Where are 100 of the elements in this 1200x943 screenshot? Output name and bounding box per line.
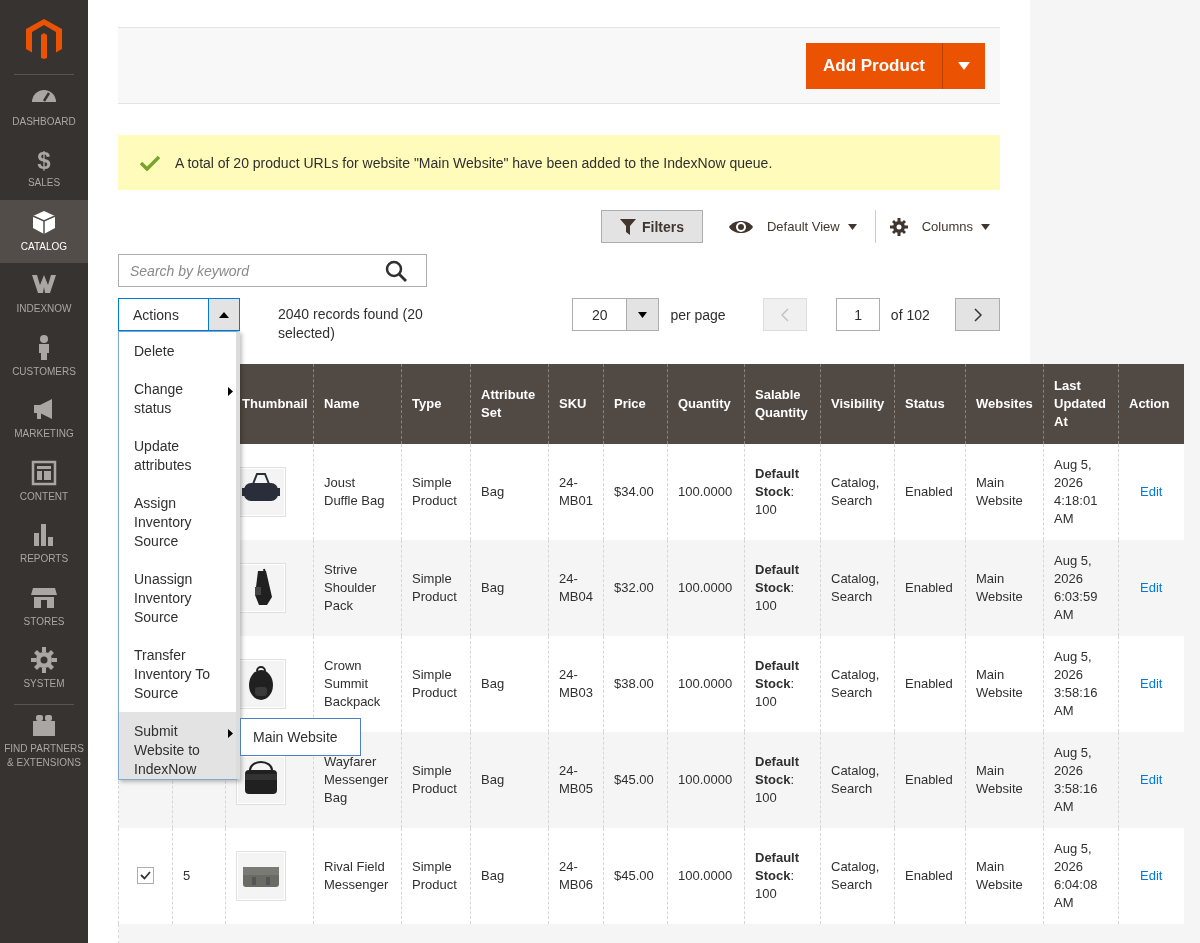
actions-dropdown[interactable]: Actions (118, 298, 240, 331)
sidebar-item[interactable]: INDEXNOW (0, 262, 88, 325)
table-cell: 100.0000 (678, 676, 733, 691)
table-cell: Main Website (976, 571, 1023, 604)
table-cell: 24-MB01 (559, 475, 593, 508)
table-cell: Catalog, Search (831, 571, 880, 604)
column-header[interactable]: SKU (548, 364, 604, 444)
row-checkbox[interactable] (137, 867, 154, 884)
checkmark-icon (140, 871, 151, 880)
table-cell: Bag (481, 868, 505, 883)
next-page-button[interactable] (955, 298, 1000, 331)
column-header[interactable]: Action (1118, 364, 1184, 444)
table-cell: Aug 5, 2026 3:58:16 AM (1054, 649, 1098, 718)
menu-item[interactable]: Transfer Inventory To Source (119, 636, 236, 712)
table-cell: $45.00 (614, 772, 654, 787)
table-cell: 24-MB04 (559, 571, 593, 604)
column-header[interactable]: Quantity (667, 364, 745, 444)
table-cell: Default Stock: 100 (755, 562, 800, 613)
table-cell: Enabled (905, 484, 953, 499)
edit-link[interactable]: Edit (1140, 484, 1163, 499)
table-cell: Simple Product (412, 475, 457, 508)
table-cell: 100.0000 (678, 772, 733, 787)
dropdown-button[interactable] (942, 42, 985, 89)
table-cell: Default Stock: 100 (755, 658, 800, 709)
table-cell: 24-MB06 (559, 859, 593, 892)
sidebar-item[interactable]: STORES (0, 575, 88, 638)
table-cell: 100.0000 (678, 580, 733, 595)
table-cell: Main Website (976, 763, 1023, 796)
page-count: of 102 (890, 306, 931, 323)
table-cell: $34.00 (614, 484, 654, 499)
table-cell: 100.0000 (678, 868, 733, 883)
view-dropdown[interactable]: Default View (728, 218, 857, 235)
search-field[interactable]: Search by keyword (118, 254, 427, 287)
table-cell: Rival Field Messenger (324, 859, 389, 892)
table-cell: Aug 5, 2026 4:18:01 AM (1054, 457, 1098, 526)
edit-link[interactable]: Edit (1140, 868, 1163, 883)
column-header[interactable]: Name (313, 364, 402, 444)
edit-link[interactable]: Edit (1140, 676, 1163, 691)
column-header[interactable]: Price (603, 364, 668, 444)
table-cell: Aug 5, 2026 6:03:59 AM (1054, 553, 1098, 622)
caret-icon (981, 223, 990, 230)
table-cell: Aug 5, 2026 6:04:08 AM (1054, 841, 1098, 910)
caret-icon (958, 61, 970, 70)
table-cell: Enabled (905, 676, 953, 691)
eye-icon (728, 218, 753, 235)
table-cell: Bag (481, 772, 505, 787)
menu-item[interactable]: Submit Website to IndexNow (119, 712, 236, 779)
table-cell: Main Website (976, 475, 1023, 508)
layout-icon (30, 458, 58, 487)
add-product-button[interactable]: Add Product (806, 42, 942, 89)
sidebar-item[interactable]: CUSTOMERS (0, 325, 88, 388)
table-cell: Simple Product (412, 571, 457, 604)
table-cell: Catalog, Search (831, 763, 880, 796)
edit-link[interactable]: Edit (1140, 772, 1163, 787)
sidebar-item[interactable]: SYSTEM (0, 637, 88, 700)
menu-item[interactable]: Assign Inventory Source (119, 484, 236, 560)
caret-icon (638, 311, 648, 318)
table-cell: Joust Duffle Bag (324, 475, 385, 508)
sidebar-item[interactable]: $ SALES (0, 137, 88, 200)
filters-button[interactable]: Filters (600, 210, 703, 243)
table-cell: Simple Product (412, 859, 457, 892)
table-cell: Wayfarer Messenger Bag (324, 754, 389, 805)
table-cell: $38.00 (614, 676, 654, 691)
table-cell: 24-MB03 (559, 667, 593, 700)
chevron-left-icon (780, 307, 789, 322)
table-cell: Simple Product (412, 763, 457, 796)
columns-dropdown[interactable]: Columns (889, 217, 990, 236)
table-cell: Main Website (976, 667, 1023, 700)
per-page-select[interactable]: 20 (572, 298, 660, 331)
menu-item[interactable]: Unassign Inventory Source (119, 560, 236, 636)
column-header[interactable]: Last Updated At (1043, 364, 1119, 444)
table-cell: Strive Shoulder Pack (324, 562, 377, 613)
table-cell: Enabled (905, 772, 953, 787)
check-icon (140, 154, 160, 171)
gear-icon (30, 646, 58, 675)
sidebar-item[interactable]: CATALOG (0, 200, 88, 263)
sidebar-item[interactable]: FIND PARTNERS & EXTENSIONS (0, 705, 88, 775)
page-number-field[interactable]: 1 (836, 298, 880, 331)
table-cell: Enabled (905, 868, 953, 883)
caret-icon (847, 223, 857, 230)
table-cell: Bag (481, 580, 505, 595)
table-cell: Simple Product (412, 667, 457, 700)
column-header[interactable]: Salable Quantity (744, 364, 821, 444)
column-header[interactable]: Status (894, 364, 966, 444)
column-header[interactable]: Attribute Set (470, 364, 549, 444)
sidebar-item[interactable]: DASHBOARD (0, 75, 88, 138)
table-cell: Default Stock: 100 (755, 850, 800, 901)
sidebar-item[interactable]: MARKETING (0, 387, 88, 450)
table-cell: Catalog, Search (831, 859, 880, 892)
table-cell: Catalog, Search (831, 667, 880, 700)
column-header[interactable]: Type (401, 364, 471, 444)
table-cell: Default Stock: 100 (755, 466, 800, 517)
edit-link[interactable]: Edit (1140, 580, 1163, 595)
table-cell: 5 (183, 868, 191, 883)
sidebar-item[interactable]: CONTENT (0, 450, 88, 513)
box-icon (30, 208, 58, 237)
column-header[interactable]: Visibility (820, 364, 895, 444)
table-cell: $45.00 (614, 868, 654, 883)
column-header[interactable]: Websites (965, 364, 1044, 444)
sidebar-item[interactable]: REPORTS (0, 512, 88, 575)
